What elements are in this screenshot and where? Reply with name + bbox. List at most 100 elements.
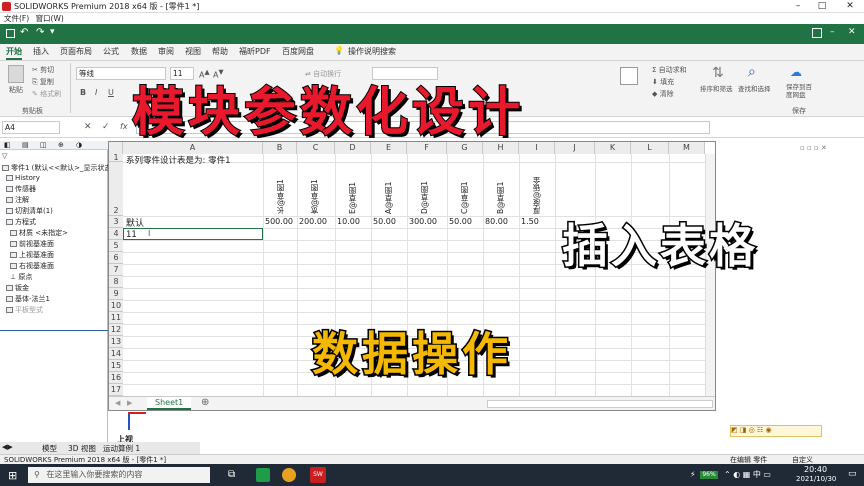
parameter-header[interactable]: D@草图1 bbox=[419, 168, 430, 214]
tree-item-cut-list[interactable]: 切割清单(1) bbox=[6, 206, 53, 216]
taskbar-search-box[interactable]: ⚲ 在这里输入你要搜索的内容 bbox=[28, 467, 210, 483]
add-sheet-icon[interactable]: ⊕ bbox=[201, 397, 209, 408]
clock-date[interactable]: 2021/10/30 bbox=[796, 475, 836, 483]
filter-icon[interactable]: ▽ bbox=[2, 152, 7, 160]
tree-item-origin[interactable]: ⊥ 原点 bbox=[10, 272, 32, 282]
parameter-value[interactable]: 500.00 bbox=[265, 217, 293, 226]
cancel-icon[interactable]: ✕ bbox=[84, 122, 92, 132]
minimize-icon[interactable]: – bbox=[786, 0, 810, 13]
tree-item-flat-pattern[interactable]: 平板型式 bbox=[6, 305, 43, 315]
row-header[interactable]: 7 bbox=[109, 264, 123, 276]
qat-close-icon[interactable]: ✕ bbox=[848, 27, 856, 37]
property-tab-icon[interactable]: ▤ bbox=[22, 141, 29, 149]
insert-function-button[interactable]: fx bbox=[120, 122, 128, 131]
tree-item-history[interactable]: History bbox=[6, 174, 40, 182]
parameter-header[interactable]: 长@草图1 bbox=[275, 168, 286, 214]
row-header[interactable]: 3 bbox=[109, 216, 123, 228]
italic-button[interactable]: I bbox=[95, 88, 97, 97]
autosum-button[interactable]: Σ 自动求和 bbox=[652, 65, 687, 75]
column-header[interactable]: I bbox=[519, 142, 555, 154]
qat-minimize-icon[interactable]: – bbox=[830, 27, 835, 37]
task-pane-strip[interactable]: ◩ ◨ ◎ ☷ ◉ bbox=[730, 425, 822, 437]
tree-item-right-plane[interactable]: 右视基准面 bbox=[10, 261, 54, 271]
horizontal-scrollbar[interactable] bbox=[487, 400, 713, 408]
app-icon-orange[interactable] bbox=[282, 468, 296, 482]
row-header[interactable]: 2 bbox=[109, 162, 123, 216]
row-header[interactable]: 5 bbox=[109, 240, 123, 252]
tab-nav-icon[interactable]: ◀▶ bbox=[2, 443, 13, 451]
display-tab-icon[interactable]: ◑ bbox=[76, 141, 82, 149]
tab-foxit-pdf[interactable]: 福昕PDF bbox=[239, 46, 271, 57]
config-tab-icon[interactable]: ◫ bbox=[40, 141, 47, 149]
row-header[interactable]: 9 bbox=[109, 288, 123, 300]
tab-page-layout[interactable]: 页面布局 bbox=[60, 46, 92, 57]
app-icon-green[interactable] bbox=[256, 468, 270, 482]
save-icon[interactable] bbox=[6, 29, 15, 38]
baidu-netdisk-icon[interactable]: ☁ bbox=[790, 65, 802, 79]
view-controls[interactable]: ▫ ▫ ▫ ✕ bbox=[800, 144, 827, 152]
windows-start-icon[interactable]: ⊞ bbox=[8, 469, 17, 482]
name-box[interactable]: A4 bbox=[2, 121, 60, 134]
row-header[interactable]: 15 bbox=[109, 360, 123, 372]
tree-item-sheet-metal[interactable]: 钣金 bbox=[6, 283, 29, 293]
clock-time[interactable]: 20:40 bbox=[804, 465, 827, 474]
tab-data[interactable]: 数据 bbox=[131, 46, 147, 57]
system-tray-icons[interactable]: ⌃ ◐ ▦ 中 ▭ bbox=[724, 469, 771, 480]
column-header[interactable]: L bbox=[631, 142, 669, 154]
column-header[interactable]: K bbox=[595, 142, 631, 154]
feature-tree-tab-icon[interactable]: ◧ bbox=[4, 141, 11, 149]
parameter-value[interactable]: 10.00 bbox=[337, 217, 360, 226]
solidworks-taskbar-icon[interactable]: SW bbox=[310, 467, 326, 483]
parameter-header[interactable]: E@草图1 bbox=[347, 168, 358, 214]
dimxpert-tab-icon[interactable]: ⊕ bbox=[58, 141, 64, 149]
scroll-right-icon[interactable]: ▶ bbox=[127, 399, 132, 407]
tab-motion-study[interactable]: 运动算例 1 bbox=[103, 443, 140, 454]
ribbon-display-icon[interactable] bbox=[812, 28, 822, 38]
sort-filter-icon[interactable]: ⇅ bbox=[712, 65, 724, 81]
parameter-header[interactable]: B@草图1 bbox=[495, 168, 506, 214]
parameter-header[interactable]: A@草图1 bbox=[383, 168, 394, 214]
column-header[interactable]: J bbox=[555, 142, 595, 154]
fill-button[interactable]: ⬇ 填充 bbox=[652, 77, 674, 87]
tab-review[interactable]: 审阅 bbox=[158, 46, 174, 57]
parameter-value[interactable]: 50.00 bbox=[449, 217, 472, 226]
maximize-icon[interactable]: □ bbox=[810, 0, 834, 13]
tab-home[interactable]: 开始 bbox=[6, 46, 22, 60]
tree-item-sensors[interactable]: 传感器 bbox=[6, 184, 36, 194]
qat-dropdown-icon[interactable]: ▾ bbox=[50, 27, 55, 37]
notifications-icon[interactable]: ▭ bbox=[848, 469, 857, 479]
row-header[interactable]: 4 bbox=[109, 228, 123, 240]
tree-item-equations[interactable]: 方程式 bbox=[6, 217, 36, 227]
row-header[interactable]: 11 bbox=[109, 312, 123, 324]
row-header[interactable]: 6 bbox=[109, 252, 123, 264]
tree-item-material[interactable]: 材质 <未指定> bbox=[10, 228, 68, 238]
tab-insert[interactable]: 插入 bbox=[33, 46, 49, 57]
copy-button[interactable]: ⎘ 复制 bbox=[32, 77, 54, 87]
row-header[interactable]: 17 bbox=[109, 384, 123, 396]
row-header[interactable]: 12 bbox=[109, 324, 123, 336]
parameter-value[interactable]: 300.00 bbox=[409, 217, 437, 226]
tree-item-part[interactable]: 零件1 (默认<<默认>_显示状态 bbox=[2, 163, 112, 173]
sheet-tab-sheet1[interactable]: Sheet1 bbox=[147, 397, 192, 410]
find-select-icon[interactable]: ⌕ bbox=[748, 64, 756, 80]
parameter-value[interactable]: 80.00 bbox=[485, 217, 508, 226]
parameter-value[interactable]: 200.00 bbox=[299, 217, 327, 226]
graphics-area[interactable]: ▫ ▫ ▫ ✕ ◩ ◨ ◎ ☷ ◉ bbox=[716, 141, 864, 442]
menu-file[interactable]: 文件(F) bbox=[4, 14, 29, 23]
row-header[interactable]: 10 bbox=[109, 300, 123, 312]
undo-icon[interactable]: ↶ bbox=[20, 27, 28, 38]
redo-icon[interactable]: ↷ bbox=[36, 27, 44, 38]
tree-item-annotations[interactable]: 注解 bbox=[6, 195, 29, 205]
cell-format-icon[interactable] bbox=[620, 67, 638, 85]
parameter-header[interactable]: C@草图1 bbox=[459, 168, 470, 214]
underline-button[interactable]: U bbox=[108, 88, 114, 97]
task-view-icon[interactable]: ⧉ bbox=[228, 469, 235, 480]
column-header[interactable]: M bbox=[669, 142, 705, 154]
active-cell-a4[interactable]: 11 I bbox=[123, 228, 263, 240]
tab-view[interactable]: 视图 bbox=[185, 46, 201, 57]
parameter-value[interactable]: 1.50 bbox=[521, 217, 539, 226]
tab-baidu-netdisk[interactable]: 百度网盘 bbox=[282, 46, 314, 57]
row-header[interactable]: 8 bbox=[109, 276, 123, 288]
parameter-header[interactable]: 厚度@钣金 bbox=[531, 168, 542, 215]
tree-item-base-flange[interactable]: 基体-法兰1 bbox=[6, 294, 50, 304]
